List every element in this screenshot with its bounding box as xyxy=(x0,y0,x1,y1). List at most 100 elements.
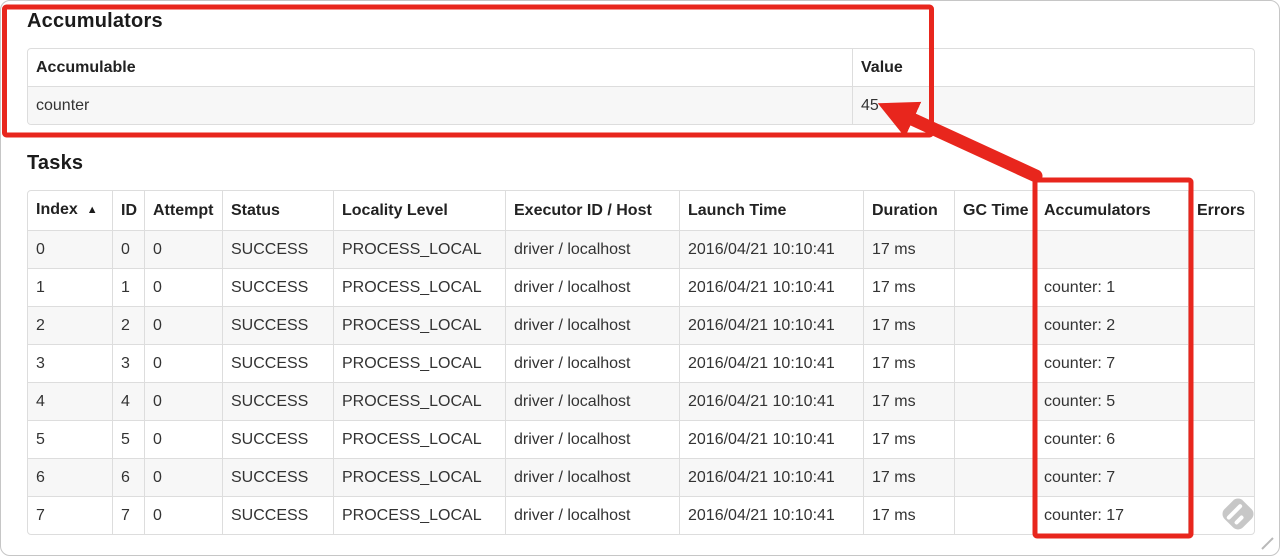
table-cell: 6 xyxy=(112,458,144,496)
table-cell: 2016/04/21 10:10:41 xyxy=(679,458,863,496)
table-cell: 0 xyxy=(112,230,144,268)
table-cell: 17 ms xyxy=(863,344,954,382)
table-cell: driver / localhost xyxy=(505,458,679,496)
table-row: 5 5 0 SUCCESS PROCESS_LOCAL driver / localhos… xyxy=(28,420,1254,458)
table-cell: 0 xyxy=(144,230,222,268)
table-cell: 1 xyxy=(28,268,112,306)
table-row: 1 1 0 SUCCESS PROCESS_LOCAL driver / localhos… xyxy=(28,268,1254,306)
table-cell: PROCESS_LOCAL xyxy=(333,382,505,420)
table-cell xyxy=(1035,230,1188,268)
table-cell: SUCCESS xyxy=(222,420,333,458)
table-cell: counter: 7 xyxy=(1035,344,1188,382)
table-cell xyxy=(1188,382,1254,420)
tasks-section-title: Tasks xyxy=(27,152,84,174)
table-cell: 3 xyxy=(28,344,112,382)
table-cell: 2 xyxy=(28,306,112,344)
table-cell: 4 xyxy=(28,382,112,420)
table-cell xyxy=(1188,306,1254,344)
sort-asc-icon: ▲ xyxy=(86,204,98,216)
table-cell: counter: 7 xyxy=(1035,458,1188,496)
table-cell: 1 xyxy=(112,268,144,306)
table-cell: 2016/04/21 10:10:41 xyxy=(679,306,863,344)
table-cell: SUCCESS xyxy=(222,230,333,268)
table-cell: 17 ms xyxy=(863,496,954,534)
table-cell: 7 xyxy=(112,496,144,534)
table-cell xyxy=(1188,420,1254,458)
table-cell: 17 ms xyxy=(863,268,954,306)
table-cell: PROCESS_LOCAL xyxy=(333,344,505,382)
table-cell: 5 xyxy=(112,420,144,458)
table-cell: PROCESS_LOCAL xyxy=(333,306,505,344)
table-cell xyxy=(1188,458,1254,496)
table-cell xyxy=(954,420,1035,458)
table-cell xyxy=(954,306,1035,344)
table-cell: 6 xyxy=(28,458,112,496)
col-header-status[interactable]: Status xyxy=(222,191,333,230)
col-header-launch-time[interactable]: Launch Time xyxy=(679,191,863,230)
col-header-accumulable: Accumulable xyxy=(28,49,852,86)
table-cell: 2016/04/21 10:10:41 xyxy=(679,496,863,534)
table-cell: 17 ms xyxy=(863,458,954,496)
accumulators-table: Accumulable Value counter 45 xyxy=(27,48,1255,125)
table-cell: counter: 5 xyxy=(1035,382,1188,420)
table-cell: 0 xyxy=(144,268,222,306)
col-header-duration[interactable]: Duration xyxy=(863,191,954,230)
table-row: 2 2 0 SUCCESS PROCESS_LOCAL driver / localhos… xyxy=(28,306,1254,344)
table-cell: 17 ms xyxy=(863,230,954,268)
table-cell xyxy=(954,382,1035,420)
accumulators-header-row: Accumulable Value xyxy=(28,49,1254,86)
table-cell: 17 ms xyxy=(863,382,954,420)
table-row: counter 45 xyxy=(28,86,1254,124)
accumulable-name-cell: counter xyxy=(28,86,852,124)
col-header-gc-time[interactable]: GC Time xyxy=(954,191,1035,230)
table-cell: 17 ms xyxy=(863,306,954,344)
col-header-value: Value xyxy=(852,49,1254,86)
table-cell: 0 xyxy=(144,306,222,344)
table-cell: 0 xyxy=(144,458,222,496)
table-cell xyxy=(954,230,1035,268)
table-cell: 2 xyxy=(112,306,144,344)
table-cell: driver / localhost xyxy=(505,420,679,458)
table-cell: 4 xyxy=(112,382,144,420)
table-cell xyxy=(954,344,1035,382)
table-cell xyxy=(1188,344,1254,382)
col-header-locality-level[interactable]: Locality Level xyxy=(333,191,505,230)
table-cell: SUCCESS xyxy=(222,268,333,306)
col-header-accumulators[interactable]: Accumulators xyxy=(1035,191,1188,230)
table-cell: SUCCESS xyxy=(222,458,333,496)
spark-ui-stage-page: Accumulators Accumulable Value counter 4… xyxy=(0,0,1280,556)
table-row: 4 4 0 SUCCESS PROCESS_LOCAL driver / localhos… xyxy=(28,382,1254,420)
table-cell xyxy=(954,496,1035,534)
table-cell: SUCCESS xyxy=(222,306,333,344)
table-cell: 0 xyxy=(144,344,222,382)
col-header-index[interactable]: Index ▲ xyxy=(28,191,112,230)
table-cell: driver / localhost xyxy=(505,382,679,420)
table-cell: PROCESS_LOCAL xyxy=(333,420,505,458)
table-cell: 2016/04/21 10:10:41 xyxy=(679,382,863,420)
table-cell: 17 ms xyxy=(863,420,954,458)
col-header-id[interactable]: ID xyxy=(112,191,144,230)
table-row: 6 6 0 SUCCESS PROCESS_LOCAL driver / localhos… xyxy=(28,458,1254,496)
col-header-errors[interactable]: Errors xyxy=(1188,191,1254,230)
accumulable-value-cell: 45 xyxy=(852,86,1254,124)
table-cell xyxy=(1188,268,1254,306)
table-cell: 0 xyxy=(144,420,222,458)
table-cell: counter: 6 xyxy=(1035,420,1188,458)
table-row: 7 7 0 SUCCESS PROCESS_LOCAL driver / localhos… xyxy=(28,496,1254,534)
table-cell: driver / localhost xyxy=(505,268,679,306)
table-cell: counter: 2 xyxy=(1035,306,1188,344)
table-cell xyxy=(1188,230,1254,268)
table-cell: counter: 1 xyxy=(1035,268,1188,306)
table-cell: 0 xyxy=(144,382,222,420)
col-header-executor-id-host[interactable]: Executor ID / Host xyxy=(505,191,679,230)
table-cell: PROCESS_LOCAL xyxy=(333,496,505,534)
table-cell: 0 xyxy=(144,496,222,534)
table-cell: driver / localhost xyxy=(505,230,679,268)
table-cell: SUCCESS xyxy=(222,344,333,382)
table-cell: PROCESS_LOCAL xyxy=(333,458,505,496)
table-cell: SUCCESS xyxy=(222,382,333,420)
tasks-header-row: Index ▲ ID Attempt Status Locality Level … xyxy=(28,191,1254,230)
table-cell: 5 xyxy=(28,420,112,458)
col-header-attempt[interactable]: Attempt xyxy=(144,191,222,230)
table-cell xyxy=(954,458,1035,496)
